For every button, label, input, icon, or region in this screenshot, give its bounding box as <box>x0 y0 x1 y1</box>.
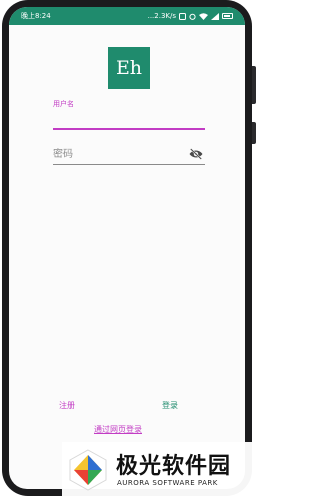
password-input[interactable] <box>53 145 183 163</box>
register-button[interactable]: 注册 <box>59 400 75 411</box>
status-bar: 晚上8:24 ...2.3K/s <box>9 7 245 25</box>
status-icons: ...2.3K/s <box>148 7 233 25</box>
network-speed: ...2.3K/s <box>147 12 176 20</box>
app-logo: Eh <box>108 47 150 89</box>
watermark: 极光软件园 AURORA SOFTWARE PARK <box>62 442 259 500</box>
login-button[interactable]: 登录 <box>162 400 178 411</box>
page: 晚上8:24 ...2.3K/s Eh 用户名 注册 登录 通过网页登录 极光软… <box>0 0 259 500</box>
app-screen: 晚上8:24 ...2.3K/s Eh 用户名 <box>9 7 245 489</box>
aurora-logo <box>69 449 107 491</box>
alarm-icon <box>189 13 196 20</box>
visibility-off-icon[interactable] <box>189 148 203 160</box>
signal-icon <box>211 12 219 20</box>
username-input[interactable] <box>53 110 205 130</box>
battery-level <box>224 15 230 17</box>
username-label: 用户名 <box>53 100 74 108</box>
sim-icon <box>179 12 186 20</box>
watermark-subtitle: AURORA SOFTWARE PARK <box>117 479 218 487</box>
watermark-title: 极光软件园 <box>116 454 232 479</box>
status-time: 晚上8:24 <box>21 12 51 20</box>
battery-icon <box>222 13 233 19</box>
web-login-link[interactable]: 通过网页登录 <box>94 424 142 435</box>
wifi-icon <box>199 12 208 20</box>
power-button <box>252 122 256 144</box>
password-field <box>53 145 205 165</box>
volume-button <box>252 66 256 104</box>
